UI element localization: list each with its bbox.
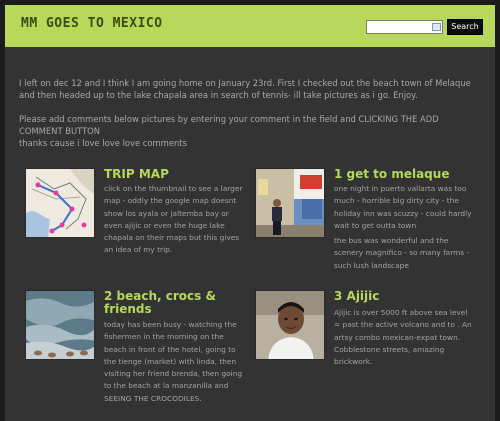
ajijic-thumbnail[interactable] [255, 290, 325, 360]
intro-text: I left on dec 12 and I think I am going … [19, 77, 484, 149]
post-title-ajijic[interactable]: 3 Ajijic [334, 290, 484, 303]
ajijic-photo [256, 291, 324, 359]
post-paragraph: the bus was wonderful and the scenery ma… [334, 236, 470, 270]
beach-thumbnail[interactable] [25, 290, 95, 360]
post-body-ajijic: Ajijic is over 5000 ft above sea level =… [334, 307, 474, 368]
search-field-icon [432, 23, 441, 31]
post-title-trip-map[interactable]: TRIP MAP [104, 168, 244, 181]
site-title[interactable]: MM GOES TO MEXICO [21, 16, 163, 31]
map-image [26, 169, 94, 237]
site-header: MM GOES TO MEXICO Search [5, 5, 495, 47]
intro-paragraph-trip: I left on dec 12 and I think I am going … [19, 78, 471, 100]
search-input[interactable] [367, 21, 429, 33]
page: MM GOES TO MEXICO Search I left on dec 1… [5, 5, 495, 421]
melaque-photo [256, 169, 324, 237]
post-body-trip-map: click on the thumbnail to see a larger m… [104, 183, 244, 257]
post-body-melaque: one night in puerto vallarta was too muc… [334, 183, 474, 272]
post-paragraph: one night in puerto vallarta was too muc… [334, 184, 472, 230]
post-paragraph: Ajijic is over 5000 ft above sea level =… [334, 308, 472, 367]
trip-map-thumbnail[interactable] [25, 168, 95, 238]
post-title-beach[interactable]: 2 beach, crocs & friends [104, 290, 234, 316]
intro-paragraph-thanks: thanks cause i love love love comments [19, 138, 187, 148]
intro-paragraph-comments: Please add comments below pictures by en… [19, 114, 439, 136]
melaque-thumbnail[interactable] [255, 168, 325, 238]
post-body-beach: today has been busy - watching the fishe… [104, 319, 244, 405]
post-paragraph: today has been busy - watching the fishe… [104, 320, 243, 403]
search-box[interactable] [366, 20, 443, 34]
post-paragraph: click on the thumbnail to see a larger m… [104, 184, 243, 255]
post-title-melaque[interactable]: 1 get to melaque [334, 168, 484, 181]
beach-photo [26, 291, 94, 359]
search-button[interactable]: Search [447, 19, 483, 35]
